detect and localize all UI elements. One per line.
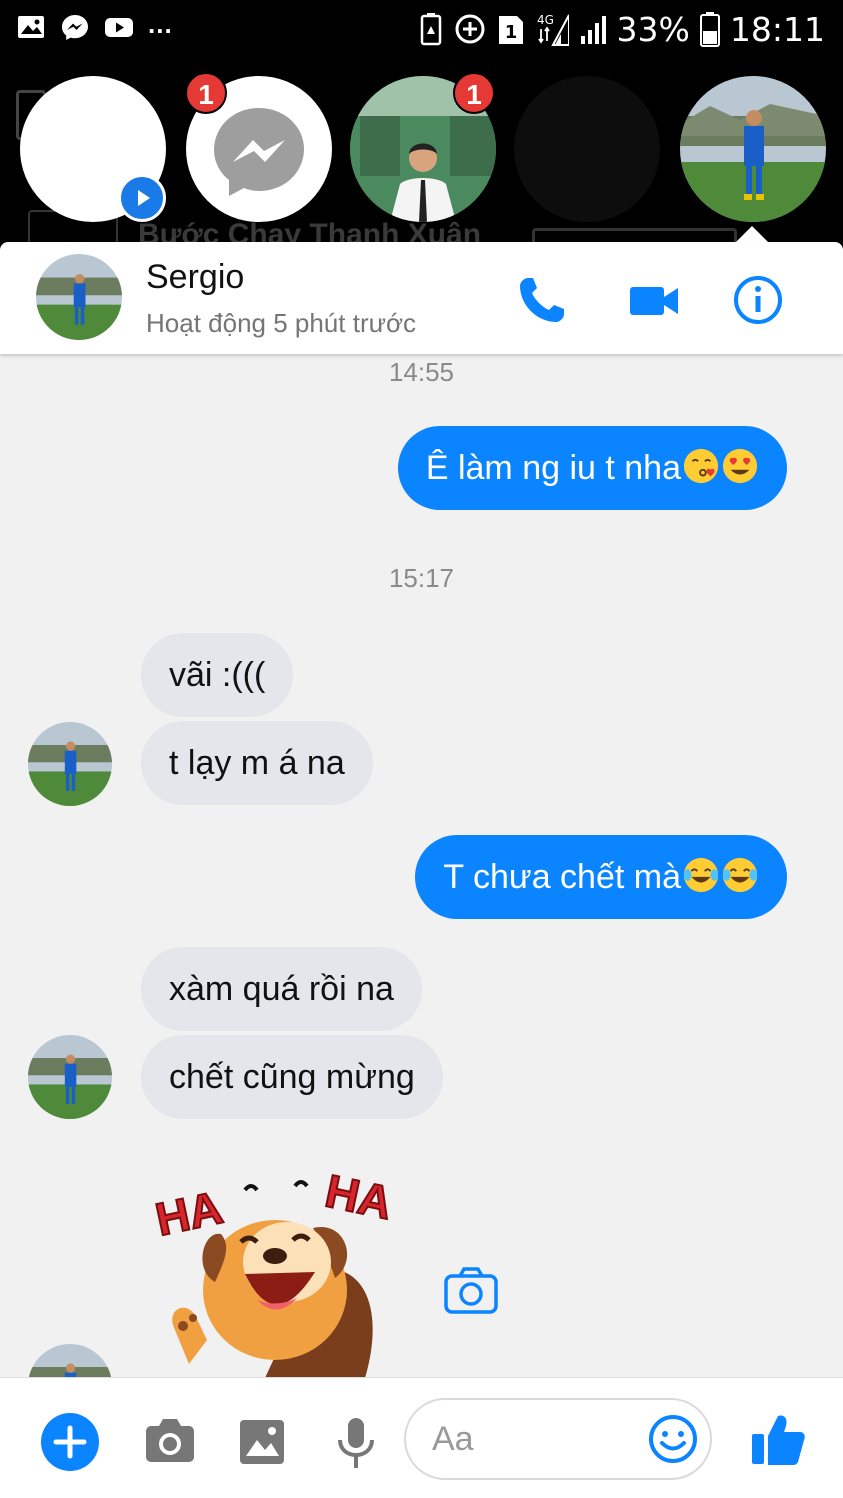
message-placeholder: Aa xyxy=(432,1420,474,1458)
play-icon[interactable] xyxy=(118,174,166,222)
incoming-message[interactable]: vãi :((( xyxy=(141,633,294,717)
unread-badge: 1 xyxy=(453,72,495,114)
incoming-message[interactable]: chết cũng mừng xyxy=(141,1035,443,1119)
chat-head-dark[interactable] xyxy=(514,76,660,222)
camera-icon[interactable] xyxy=(140,1412,200,1472)
sender-photo xyxy=(28,722,112,806)
tears-of-joy-emoji-icon xyxy=(722,857,758,893)
sim-one-icon: 1 xyxy=(498,16,523,44)
info-icon[interactable] xyxy=(730,272,786,328)
avatar-photo xyxy=(36,254,122,340)
svg-text:1: 1 xyxy=(504,22,517,43)
microphone-icon[interactable] xyxy=(326,1412,386,1472)
conversation-header: Sergio Hoạt động 5 phút trước xyxy=(0,242,843,354)
outgoing-message[interactable]: T chưa chết mà xyxy=(415,835,787,919)
youtube-notification-icon xyxy=(105,18,133,37)
sergio-photo xyxy=(680,76,826,222)
kissing-face-emoji-icon xyxy=(683,448,719,484)
message-text: Ê làm ng iu t nha xyxy=(425,449,681,487)
data-saver-icon xyxy=(455,14,485,44)
camera-reply-icon[interactable] xyxy=(440,1262,502,1320)
active-head-pointer xyxy=(736,226,768,242)
gallery-notification-icon xyxy=(18,16,44,38)
emoji-icon[interactable] xyxy=(646,1412,700,1466)
incoming-message[interactable]: t lạy m á na xyxy=(141,721,373,805)
battery-saver-icon xyxy=(420,13,441,46)
network-label: 4G xyxy=(537,13,554,27)
chat-heads-bar: Bước Chạy Thanh Xuân 1 1 xyxy=(0,60,843,250)
thumbs-up-icon[interactable] xyxy=(746,1408,810,1472)
svg-text:HA: HA xyxy=(321,1164,397,1229)
sender-photo xyxy=(28,1035,112,1119)
message-input[interactable]: Aa xyxy=(404,1398,712,1480)
tears-of-joy-emoji-icon xyxy=(683,857,719,893)
signal-icon: 4G xyxy=(537,13,569,46)
battery-icon xyxy=(699,12,720,47)
video-call-icon[interactable] xyxy=(626,272,682,328)
signal-bars-icon xyxy=(580,16,606,44)
chat-head-active[interactable] xyxy=(680,76,826,222)
more-notifications: ... xyxy=(148,8,173,39)
message-composer: Aa xyxy=(0,1377,843,1498)
unread-badge: 1 xyxy=(185,72,227,114)
message-text: T chưa chết mà xyxy=(443,858,681,896)
incoming-message[interactable]: xàm quá rồi na xyxy=(141,947,422,1031)
laughing-dog-sticker[interactable]: HA HA xyxy=(145,1150,420,1378)
clock: 18:11 xyxy=(729,9,825,49)
phone-call-icon[interactable] xyxy=(514,272,570,328)
contact-avatar[interactable] xyxy=(36,254,122,340)
image-icon[interactable] xyxy=(232,1412,292,1472)
status-bar: ... 1 4G 33% 18:11 xyxy=(0,0,843,60)
outgoing-message[interactable]: Ê làm ng iu t nha xyxy=(397,426,787,510)
plus-icon[interactable] xyxy=(40,1412,100,1472)
timestamp: 14:55 xyxy=(388,357,455,387)
sender-avatar[interactable] xyxy=(28,1035,112,1119)
timestamp: 15:17 xyxy=(388,563,455,593)
contact-status: Hoạt động 5 phút trước xyxy=(146,308,417,338)
contact-name[interactable]: Sergio xyxy=(146,258,244,297)
messenger-notification-icon xyxy=(62,15,88,40)
heart-eyes-emoji-icon xyxy=(722,448,758,484)
sender-avatar[interactable] xyxy=(28,722,112,806)
battery-percent: 33% xyxy=(616,9,690,49)
